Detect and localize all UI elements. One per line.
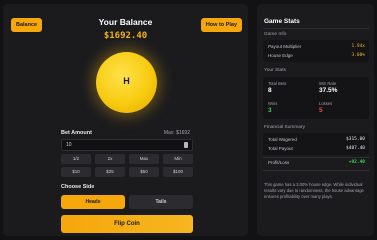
flip-coin-button[interactable]: Flip Coin [61, 215, 193, 233]
how-to-play-button[interactable]: How to Play [200, 18, 242, 32]
your-stats-label: Your Stats [264, 68, 286, 73]
divider [263, 157, 369, 158]
win-rate-value: 37.5% [319, 87, 338, 94]
preset-100-button[interactable]: $100 [163, 167, 193, 177]
clear-bet-icon[interactable] [184, 142, 188, 148]
quick-bet-double-button[interactable]: 2x [95, 154, 125, 164]
win-rate-label: Win Rate [319, 81, 337, 86]
quick-bet-max-button[interactable]: Max [129, 154, 159, 164]
divider [263, 28, 369, 29]
max-bet-label: Max: $1692 [163, 130, 190, 136]
losses-label: Losses [319, 101, 333, 106]
stats-title: Game Stats [264, 18, 300, 25]
total-payout-label: Total Payout [268, 146, 293, 151]
profit-loss-label: Profit/Loss [268, 160, 290, 165]
bet-amount-input[interactable]: 10 [61, 139, 193, 151]
wins-label: Wins [268, 101, 278, 106]
balance-value: $1692.40 [103, 31, 148, 41]
quick-bet-half-button[interactable]: 1/2 [61, 154, 91, 164]
total-payout-value: $407.40 [346, 146, 365, 151]
profit-loss-value: +92.40 [348, 160, 365, 165]
total-bets-label: Total Bets [268, 81, 287, 86]
bet-amount-value: 10 [66, 142, 72, 148]
total-wagered-label: Total Wagered [268, 137, 297, 142]
financial-summary-card: Total Wagered $315.00 Total Payout $407.… [263, 133, 369, 155]
coin: H [96, 52, 157, 113]
preset-10-button[interactable]: $10 [61, 167, 91, 177]
preset-50-button[interactable]: $50 [129, 167, 159, 177]
tails-button[interactable]: Tails [129, 195, 193, 209]
wins-value: 3 [268, 107, 272, 114]
house-edge-note: This game has a 3.00% house edge. While … [264, 182, 364, 199]
preset-25-button[interactable]: $25 [95, 167, 125, 177]
quick-bet-min-button[interactable]: Min [163, 154, 193, 164]
total-bets-value: 8 [268, 87, 272, 94]
house-edge-value: 3.00% [351, 53, 365, 58]
payout-multiplier-label: Payout Multiplier [268, 44, 302, 49]
financial-summary-label: Financial Summary [264, 125, 306, 130]
your-stats-card: Total Bets 8 Win Rate 37.5% Wins 3 Losse… [263, 77, 369, 119]
stats-panel: Game Stats Game Info Payout Multiplier 1… [257, 4, 374, 236]
divider [263, 170, 369, 171]
game-panel: Balance Your Balance $1692.40 How to Pla… [3, 4, 248, 236]
coin-face-letter: H [123, 76, 130, 86]
game-info-label: Game Info [264, 32, 287, 37]
losses-value: 5 [319, 107, 323, 114]
bet-amount-label: Bet Amount [61, 130, 92, 136]
total-wagered-value: $315.00 [346, 137, 365, 142]
payout-multiplier-value: 1.94x [351, 44, 365, 49]
game-info-card: Payout Multiplier 1.94x House Edge 3.00% [263, 40, 369, 62]
house-edge-label: House Edge [268, 53, 293, 58]
choose-side-label: Choose Side [61, 184, 95, 190]
heads-button[interactable]: Heads [61, 195, 125, 209]
